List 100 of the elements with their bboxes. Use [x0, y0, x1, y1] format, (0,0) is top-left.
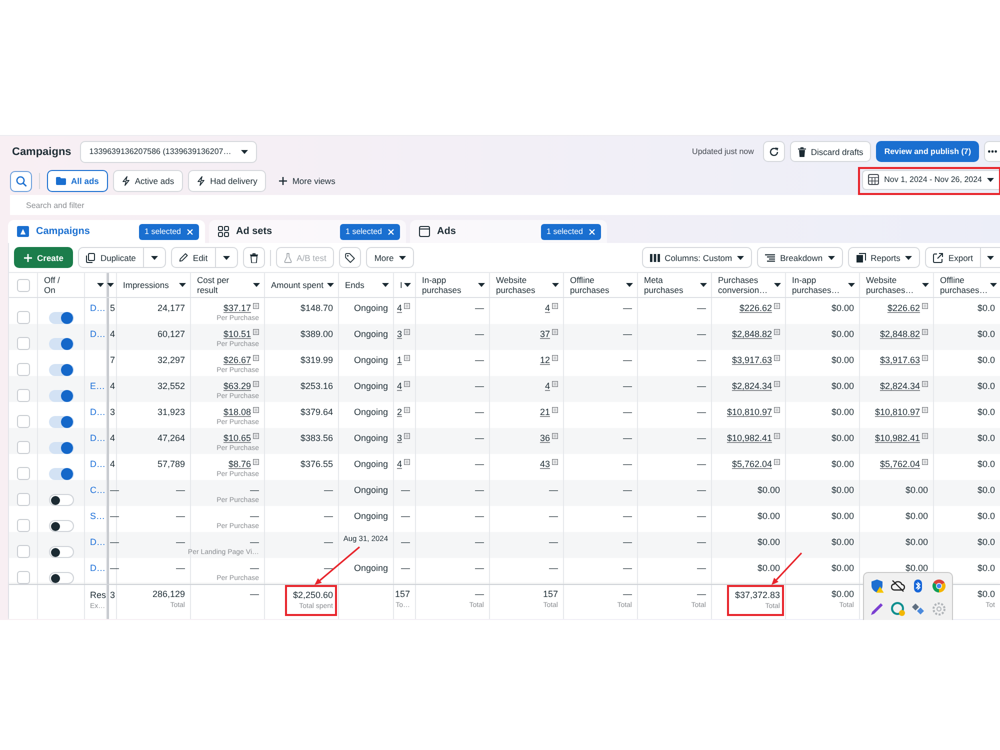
note-icon[interactable] [253, 407, 259, 413]
value-link[interactable]: 4 [396, 459, 402, 470]
value-link[interactable]: 37 [540, 329, 550, 340]
row-checkbox[interactable] [16, 311, 30, 324]
toggle-switch[interactable] [48, 494, 74, 506]
more-button[interactable]: More [366, 247, 414, 268]
date-range-button[interactable]: Nov 1, 2024 - Nov 26, 2024 [862, 170, 999, 190]
toggle-switch[interactable] [48, 442, 74, 454]
toggle-switch[interactable] [48, 338, 74, 350]
refresh-button[interactable] [762, 141, 785, 162]
more-options-button[interactable] [984, 141, 1000, 162]
note-icon[interactable] [552, 433, 558, 439]
toggle-switch[interactable] [48, 364, 74, 376]
note-icon[interactable] [774, 303, 780, 309]
value-link[interactable]: $2,848.82 [732, 329, 772, 340]
toggle-switch[interactable] [48, 312, 74, 324]
reports-button[interactable]: Reports [848, 247, 920, 268]
value-link[interactable]: $226.62 [739, 303, 772, 314]
note-icon[interactable] [404, 303, 410, 309]
value-link[interactable]: 12 [540, 355, 550, 366]
more-views-button[interactable]: More views [271, 170, 344, 192]
row-checkbox[interactable] [16, 337, 30, 350]
columns-button[interactable]: Columns: Custom [642, 247, 752, 268]
campaign-link[interactable]: D… [90, 563, 106, 574]
value-link[interactable]: $226.62 [887, 303, 920, 314]
breakdown-button[interactable]: Breakdown [757, 247, 843, 268]
selection-badge[interactable]: 1 selected [540, 224, 601, 240]
create-button[interactable]: Create [14, 247, 74, 268]
note-icon[interactable] [404, 355, 410, 361]
search-field[interactable]: Search and filter [10, 195, 1000, 215]
cloud-off-icon[interactable] [890, 579, 905, 593]
export-options-button[interactable] [981, 247, 1000, 268]
value-link[interactable]: 4 [396, 303, 402, 314]
value-link[interactable]: $10.65 [223, 433, 251, 444]
review-publish-button[interactable]: Review and publish (7) [876, 141, 979, 162]
note-icon[interactable] [922, 459, 928, 465]
toggle-switch[interactable] [48, 520, 74, 532]
row-checkbox[interactable] [16, 571, 30, 584]
note-icon[interactable] [253, 303, 259, 309]
campaign-link[interactable]: D… [90, 459, 106, 470]
note-icon[interactable] [922, 355, 928, 361]
value-link[interactable]: $10,810.97 [726, 407, 772, 418]
close-icon[interactable] [589, 228, 595, 234]
search-button[interactable] [10, 170, 32, 192]
value-link[interactable]: 3 [396, 329, 402, 340]
value-link[interactable]: $5,762.04 [732, 459, 772, 470]
value-link[interactable]: $2,824.34 [732, 381, 772, 392]
view-button[interactable]: All ads [47, 170, 108, 192]
note-icon[interactable] [404, 407, 410, 413]
value-link[interactable]: 1 [396, 355, 402, 366]
note-icon[interactable] [774, 355, 780, 361]
ring-icon[interactable] [890, 602, 905, 616]
toggle-switch[interactable] [48, 468, 74, 480]
shield-icon[interactable] [870, 579, 884, 593]
campaign-link[interactable]: D… [90, 537, 106, 548]
note-icon[interactable] [774, 433, 780, 439]
campaign-link[interactable]: D… [90, 329, 106, 340]
discard-drafts-button[interactable]: Discard drafts [790, 141, 872, 162]
row-checkbox[interactable] [16, 519, 30, 532]
selection-badge[interactable]: 1 selected [138, 224, 199, 240]
note-icon[interactable] [922, 433, 928, 439]
note-icon[interactable] [552, 329, 558, 335]
note-icon[interactable] [922, 407, 928, 413]
value-link[interactable]: $2,824.34 [880, 381, 920, 392]
row-checkbox[interactable] [16, 467, 30, 480]
note-icon[interactable] [774, 329, 780, 335]
toggle-switch[interactable] [48, 572, 74, 584]
value-link[interactable]: $10,982.41 [874, 433, 920, 444]
value-link[interactable]: 4 [544, 303, 550, 314]
value-link[interactable]: 36 [540, 433, 550, 444]
note-icon[interactable] [253, 381, 259, 387]
note-icon[interactable] [253, 355, 259, 361]
note-icon[interactable] [552, 355, 558, 361]
campaign-link[interactable]: D… [90, 407, 106, 418]
note-icon[interactable] [404, 381, 410, 387]
duplicate-button[interactable]: Duplicate [78, 247, 144, 268]
note-icon[interactable] [552, 407, 558, 413]
campaign-link[interactable]: D… [90, 433, 106, 444]
delete-button[interactable] [242, 247, 265, 268]
row-checkbox[interactable] [16, 441, 30, 454]
value-link[interactable]: $18.08 [223, 407, 251, 418]
select-all-checkbox[interactable] [16, 278, 30, 292]
value-link[interactable]: $26.67 [223, 355, 251, 366]
value-link[interactable]: 2 [396, 407, 402, 418]
value-link[interactable]: $10,810.97 [874, 407, 920, 418]
value-link[interactable]: $5,762.04 [880, 459, 920, 470]
note-icon[interactable] [253, 329, 259, 335]
toggle-switch[interactable] [48, 416, 74, 428]
tab[interactable]: Ad sets 1 selected [209, 220, 406, 243]
value-link[interactable]: $37.17 [223, 303, 251, 314]
pen-icon[interactable] [870, 602, 884, 616]
campaign-link[interactable]: S… [90, 511, 106, 522]
campaign-link[interactable]: C… [90, 485, 106, 496]
value-link[interactable]: $10.51 [223, 329, 251, 340]
note-icon[interactable] [552, 381, 558, 387]
view-button[interactable]: Active ads [112, 170, 184, 192]
diamonds-icon[interactable] [911, 602, 926, 616]
note-icon[interactable] [253, 433, 259, 439]
selection-badge[interactable]: 1 selected [340, 224, 400, 240]
row-checkbox[interactable] [16, 389, 30, 402]
